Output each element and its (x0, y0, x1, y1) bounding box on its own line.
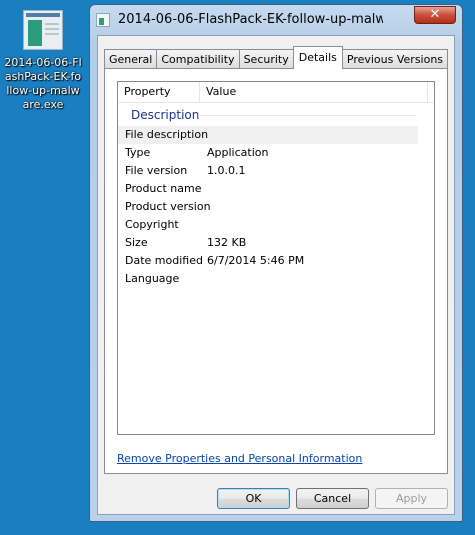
dialog-body: General Compatibility Security Details Previ… (97, 35, 455, 515)
property-name: Product version (125, 200, 211, 213)
column-header-property[interactable]: Property (118, 82, 200, 102)
exe-file-icon (23, 10, 63, 50)
details-list[interactable]: Property Value Description File descript… (117, 81, 435, 435)
property-name: File version (125, 164, 188, 177)
tab-details[interactable]: Details (292, 46, 343, 69)
table-row[interactable]: Language (118, 270, 418, 288)
desktop-file-icon[interactable]: 2014-06-06-FlashPack-EK-follow-up-malwar… (4, 10, 82, 112)
list-header: Property Value (118, 82, 434, 103)
desktop-icon-label: 2014-06-06-FlashPack-EK-follow-up-malwar… (4, 56, 82, 111)
tab-previous-versions[interactable]: Previous Versions (341, 49, 449, 69)
tab-general[interactable]: General (104, 49, 158, 69)
table-row[interactable]: Product version (118, 198, 418, 216)
property-name: Product name (125, 182, 202, 195)
property-name: Language (125, 272, 180, 285)
app-icon (96, 13, 110, 27)
close-button[interactable]: ✕ (414, 6, 456, 24)
ok-button[interactable]: OK (217, 488, 290, 509)
property-name: Date modified (125, 254, 203, 267)
property-value: 1.0.0.1 (207, 164, 246, 177)
property-value: 132 KB (207, 236, 247, 249)
window-title: 2014-06-06-FlashPack-EK-follow-up-malwar… (118, 12, 383, 27)
tab-strip: General Compatibility Security Details Previ… (104, 46, 449, 69)
title-bar[interactable]: 2014-06-06-FlashPack-EK-follow-up-malwar… (90, 5, 462, 35)
table-row[interactable]: Product name (118, 180, 418, 198)
tab-security[interactable]: Security (238, 49, 294, 69)
tab-compatibility[interactable]: Compatibility (156, 49, 240, 69)
properties-window: 2014-06-06-FlashPack-EK-follow-up-malwar… (89, 4, 463, 522)
table-row[interactable]: File version 1.0.0.1 (118, 162, 418, 180)
remove-properties-link[interactable]: Remove Properties and Personal Informati… (117, 452, 362, 465)
table-row[interactable]: Date modified 6/7/2014 5:46 PM (118, 252, 418, 270)
group-divider (198, 115, 416, 116)
group-label: Description (131, 108, 200, 122)
property-name: Size (125, 236, 148, 249)
apply-button[interactable]: Apply (375, 488, 448, 509)
table-row[interactable]: Copyright (118, 216, 418, 234)
property-name: Type (125, 146, 151, 159)
group-header-description: Description (118, 107, 434, 123)
table-row[interactable]: File description (118, 126, 418, 144)
table-row[interactable]: Type Application (118, 144, 418, 162)
property-name: Copyright (125, 218, 179, 231)
property-value: Application (207, 146, 269, 159)
cancel-button[interactable]: Cancel (296, 488, 369, 509)
details-panel: Property Value Description File descript… (104, 68, 448, 474)
property-value: 6/7/2014 5:46 PM (207, 254, 305, 267)
table-row[interactable]: Size 132 KB (118, 234, 418, 252)
column-header-value[interactable]: Value (200, 82, 436, 102)
property-name: File description (125, 128, 209, 141)
